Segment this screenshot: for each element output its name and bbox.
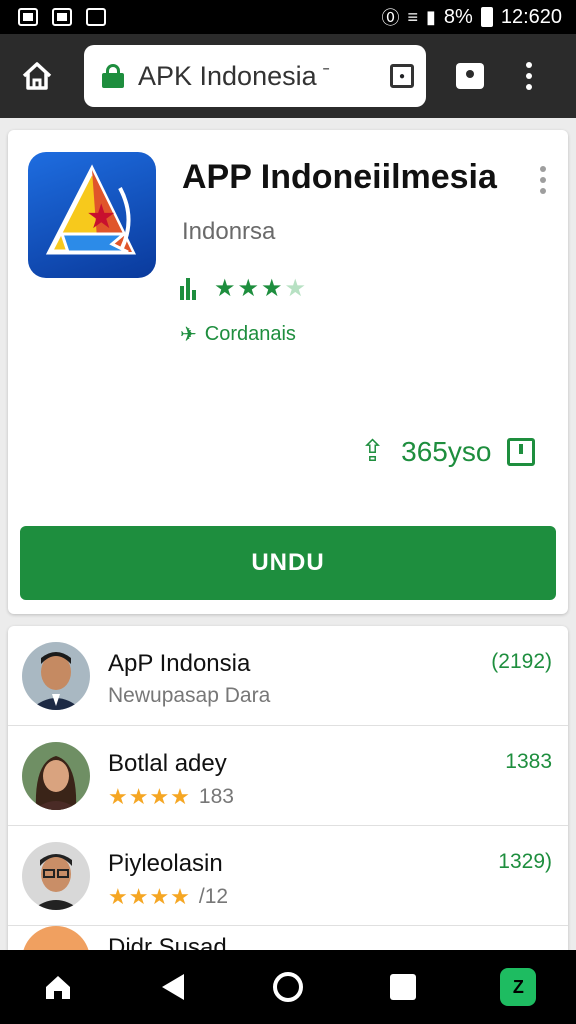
rating-stars: ★★★★	[108, 884, 191, 909]
list-item-title: Piyleolasin	[108, 850, 223, 877]
recents-icon	[390, 974, 417, 1000]
url-dropdown-icon: ˉ	[322, 63, 330, 88]
downloads-button[interactable]	[456, 63, 484, 89]
nav-app-shortcut[interactable]: Z	[488, 957, 548, 1017]
app-developer: Indonrsa	[182, 218, 276, 245]
rating-count: /12	[198, 885, 229, 908]
app-detail-card: ★ APP Indoneiilmesia Indonrsa ★★★★ ✈ Cor…	[8, 130, 568, 614]
avatar	[22, 642, 90, 710]
app-shortcut-icon: Z	[500, 968, 537, 1006]
tab-dot-icon: ●	[398, 70, 406, 82]
nav-recents-button[interactable]	[373, 957, 433, 1017]
svg-text:★: ★	[86, 197, 116, 237]
tab-switcher-button[interactable]: ●	[390, 64, 414, 88]
browser-toolbar: APK Indonesia ˉ ●	[0, 34, 576, 118]
battery-icon	[480, 7, 493, 27]
list-item-count: 1329)	[498, 850, 552, 873]
list-item[interactable]: Botlal adey ★★★★ 183 1383	[8, 726, 568, 826]
circle-home-icon	[272, 972, 303, 1002]
message-notification-icon	[52, 8, 72, 26]
rating-stars: ★★★★	[108, 784, 191, 809]
check-notification-icon	[86, 8, 106, 26]
info-icon[interactable]	[507, 437, 536, 466]
wifi-icon: ≡	[407, 6, 419, 27]
list-item-rating: ★★★★ 183	[108, 784, 234, 810]
category-label: Cordanais	[204, 323, 296, 345]
list-item-title: ApP Indonsia	[108, 650, 251, 677]
status-time: 12:620	[500, 5, 562, 28]
app-logo-icon: ★	[28, 152, 156, 278]
category-icon: ✈	[180, 324, 197, 346]
lock-icon	[102, 64, 124, 88]
address-bar[interactable]: APK Indonesia ˉ ●	[84, 45, 426, 107]
avatar	[22, 842, 90, 910]
app-rating: ★★★★	[180, 274, 308, 303]
home-icon	[45, 976, 70, 999]
list-item-count: 1383	[505, 750, 552, 773]
screenshot-notification-icon	[18, 8, 38, 26]
app-category[interactable]: ✈ Cordanais	[180, 322, 296, 347]
nav-overview-button[interactable]	[258, 957, 318, 1017]
rating-count: 183	[198, 785, 234, 808]
app-overflow-menu-button[interactable]	[540, 166, 546, 194]
browser-menu-button[interactable]	[526, 62, 532, 90]
list-item-count: (2192)	[491, 650, 552, 673]
nfc-icon: ⓪	[381, 8, 400, 28]
list-item-subtitle: Newupasap Dara	[108, 684, 271, 707]
app-size: 365yso	[401, 435, 492, 467]
related-apps-list: ApP Indonsia Newupasap Dara (2192) Botla…	[8, 626, 568, 956]
status-bar: ⓪ ≡ ▮ 8% 12:620	[0, 0, 576, 34]
list-item[interactable]: Piyleolasin ★★★★ /12 1329)	[8, 826, 568, 926]
app-size-row: ⇪ 365yso	[360, 434, 536, 469]
list-item-rating: ★★★★ /12	[108, 884, 228, 910]
avatar	[22, 742, 90, 810]
nav-back-button[interactable]	[143, 957, 203, 1017]
back-icon	[161, 974, 184, 1000]
download-button[interactable]: UNDU	[20, 526, 556, 600]
nav-home-button[interactable]	[28, 957, 88, 1017]
battery-percent: 8%	[443, 5, 473, 28]
chart-bars-icon	[180, 277, 200, 300]
url-text: APK Indonesia	[138, 60, 317, 91]
rating-stars: ★★★★	[214, 275, 309, 302]
app-title: APP Indoneiilmesia	[182, 158, 497, 196]
home-icon	[22, 62, 52, 90]
list-item-title: Botlal adey	[108, 750, 227, 777]
system-navigation-bar: Z	[0, 950, 576, 1024]
list-item[interactable]: ApP Indonsia Newupasap Dara (2192)	[8, 626, 568, 726]
share-icon[interactable]: ⇪	[360, 434, 385, 469]
signal-icon: ▮	[426, 6, 436, 27]
home-button[interactable]	[0, 34, 74, 118]
